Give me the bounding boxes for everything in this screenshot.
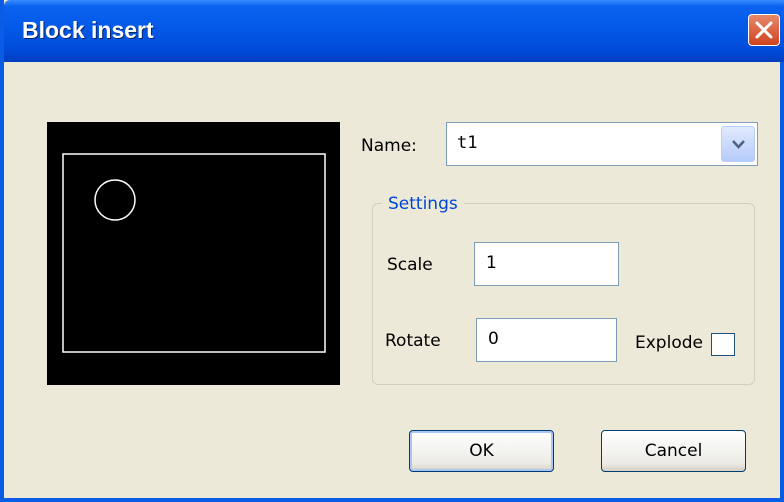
settings-group-title: Settings: [382, 194, 464, 214]
block-preview: [47, 122, 340, 385]
preview-circle: [94, 179, 136, 221]
rotate-value: 0: [488, 329, 499, 349]
preview-drawing: [62, 153, 326, 353]
name-combobox[interactable]: t1: [446, 122, 758, 166]
cancel-button[interactable]: Cancel: [601, 430, 746, 472]
scale-label: Scale: [387, 255, 433, 275]
close-icon: [755, 21, 773, 39]
dropdown-button[interactable]: [721, 126, 755, 162]
name-value: t1: [457, 133, 478, 153]
chevron-down-icon: [732, 140, 745, 149]
rotate-input[interactable]: 0: [476, 318, 617, 362]
window-title: Block insert: [22, 17, 154, 43]
explode-checkbox[interactable]: [711, 333, 735, 356]
name-label: Name:: [361, 136, 417, 156]
title-bar[interactable]: Block insert: [4, 0, 784, 62]
explode-label: Explode: [635, 333, 703, 353]
close-button[interactable]: [748, 14, 780, 46]
ok-button[interactable]: OK: [409, 430, 554, 472]
dialog-window: Block insert Name: t1 Settings Scale 1 R…: [0, 0, 784, 502]
rotate-label: Rotate: [385, 331, 441, 351]
scale-value: 1: [486, 253, 497, 273]
scale-input[interactable]: 1: [474, 242, 619, 286]
